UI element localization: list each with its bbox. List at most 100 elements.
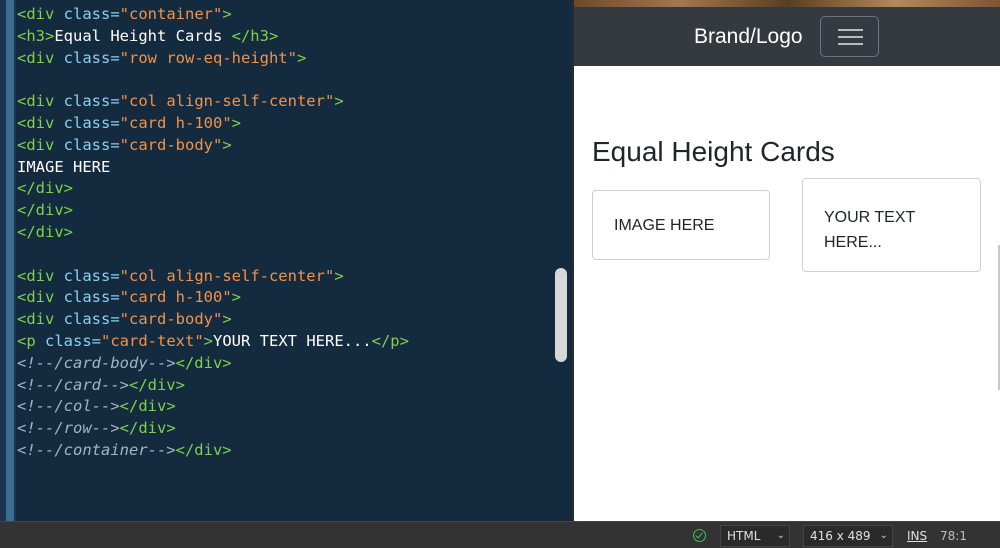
- code-token: "col align-self-center": [119, 266, 335, 285]
- code-token: <!--/card-->: [17, 375, 129, 394]
- code-line[interactable]: </div>: [17, 200, 554, 222]
- code-token: class=: [63, 288, 120, 307]
- code-line[interactable]: <!--/card-body--></div>: [17, 353, 554, 375]
- hamburger-icon: [838, 36, 863, 38]
- code-token: "card-body": [119, 135, 223, 154]
- code-token: class=: [63, 113, 120, 132]
- code-line[interactable]: <div class="row row-eq-height">: [17, 48, 554, 70]
- code-token: <div: [17, 92, 64, 111]
- insert-mode-toggle[interactable]: INS: [907, 527, 927, 545]
- code-line[interactable]: [17, 69, 554, 91]
- code-token: >: [222, 135, 232, 154]
- code-token: <!--/card-body-->: [17, 353, 176, 372]
- card-text-body: YOUR TEXT HERE...: [824, 209, 915, 251]
- chevron-down-icon: ⌄: [776, 530, 785, 541]
- code-token: >: [231, 113, 241, 132]
- code-token: <p: [17, 331, 45, 350]
- code-line[interactable]: <!--/row--></div>: [17, 418, 554, 440]
- code-line[interactable]: <div class="card-body">: [17, 309, 554, 331]
- code-token: class=: [45, 331, 101, 350]
- code-line[interactable]: <div class="container">: [17, 4, 554, 26]
- code-token: class=: [63, 266, 120, 285]
- code-token: IMAGE HERE: [17, 157, 111, 176]
- code-token: >: [334, 266, 344, 285]
- code-line[interactable]: <!--/container--></div>: [17, 440, 554, 462]
- code-token: </div>: [128, 375, 185, 394]
- code-line[interactable]: <div class="card h-100">: [17, 113, 554, 135]
- code-token: </div>: [17, 179, 73, 198]
- preview-size-label: 416 x 489: [810, 529, 871, 543]
- code-token: Equal Height Cards: [54, 26, 232, 45]
- code-token: YOUR TEXT HERE...: [213, 331, 372, 350]
- navbar-brand[interactable]: Brand/Logo: [694, 25, 803, 49]
- live-preview[interactable]: Brand/Logo Equal Height Cards IMAGE HERE…: [572, 0, 1000, 521]
- check-circle-icon[interactable]: [693, 529, 706, 542]
- code-token: >: [222, 5, 232, 23]
- language-label: HTML: [727, 529, 761, 543]
- code-token: <!--/container-->: [17, 440, 176, 459]
- code-line[interactable]: <div class="card-body">: [17, 135, 554, 157]
- code-token: </div>: [119, 397, 176, 416]
- code-line[interactable]: <!--/card--></div>: [17, 375, 554, 397]
- code-token: <div: [17, 113, 64, 132]
- code-token: >: [231, 288, 241, 307]
- cursor-position: 78:1: [940, 529, 967, 543]
- navbar-toggler-button[interactable]: [820, 16, 879, 57]
- code-line[interactable]: <h3>Equal Height Cards </h3>: [17, 26, 554, 48]
- editor-scrollbar[interactable]: [555, 268, 567, 362]
- code-token: class=: [63, 92, 120, 111]
- code-token: <div: [17, 48, 64, 67]
- code-token: "card h-100": [119, 288, 232, 307]
- code-token: </div>: [17, 201, 73, 220]
- code-token: </p>: [371, 331, 409, 350]
- card-image: IMAGE HERE: [592, 190, 770, 260]
- code-token: >: [203, 331, 213, 350]
- code-token: <div: [17, 5, 64, 23]
- code-editor[interactable]: <div class="container"> <h3>Equal Height …: [0, 0, 572, 521]
- code-token: "card-text": [101, 331, 204, 350]
- code-token: "card h-100": [119, 113, 232, 132]
- code-token: <h3>: [17, 26, 55, 45]
- code-line[interactable]: IMAGE HERE: [17, 157, 554, 179]
- hamburger-icon: [838, 43, 863, 45]
- header-image-strip: [574, 0, 1000, 7]
- code-line[interactable]: <div class="col align-self-center">: [17, 91, 554, 113]
- code-token: "card-body": [119, 310, 223, 329]
- hamburger-icon: [838, 29, 863, 31]
- preview-size-select[interactable]: 416 x 489 ⌄: [803, 525, 893, 547]
- code-token: <!--/row-->: [17, 419, 120, 438]
- language-select[interactable]: HTML ⌄: [720, 525, 790, 547]
- code-token: >: [334, 92, 344, 111]
- code-token: "container": [119, 5, 223, 23]
- code-area[interactable]: <div class="container"> <h3>Equal Height …: [17, 4, 554, 462]
- code-line[interactable]: <p class="card-text">YOUR TEXT HERE...</…: [17, 331, 554, 353]
- code-token: >: [296, 48, 307, 67]
- card-image-text: IMAGE HERE: [614, 217, 715, 234]
- code-token: </h3>: [231, 26, 279, 45]
- gutter-accent: [6, 0, 14, 521]
- code-line[interactable]: </div>: [17, 178, 554, 200]
- code-line[interactable]: <!--/col--></div>: [17, 396, 554, 418]
- code-line[interactable]: [17, 244, 554, 266]
- navbar: Brand/Logo: [574, 7, 1000, 66]
- chevron-down-icon: ⌄: [879, 530, 888, 541]
- code-line[interactable]: <div class="card h-100">: [17, 287, 554, 309]
- status-bar: HTML ⌄ 416 x 489 ⌄ INS 78:1: [0, 521, 1000, 548]
- code-token: "row row-eq-height": [119, 48, 297, 67]
- code-token: class=: [63, 48, 120, 67]
- code-token: class=: [63, 5, 120, 23]
- code-token: </div>: [119, 419, 176, 438]
- code-token: >: [222, 310, 232, 329]
- code-token: class=: [63, 135, 120, 154]
- code-token: <div: [17, 135, 64, 154]
- code-token: </div>: [175, 353, 232, 372]
- code-line[interactable]: </div>: [17, 222, 554, 244]
- code-token: class=: [63, 310, 120, 329]
- code-line[interactable]: <div class="col align-self-center">: [17, 266, 554, 288]
- code-token: "col align-self-center": [119, 92, 335, 111]
- card-text: YOUR TEXT HERE...: [802, 178, 981, 272]
- code-token: <div: [17, 266, 64, 285]
- code-token: </div>: [175, 440, 232, 459]
- code-token: <div: [17, 310, 64, 329]
- code-token: <!--/col-->: [17, 397, 120, 416]
